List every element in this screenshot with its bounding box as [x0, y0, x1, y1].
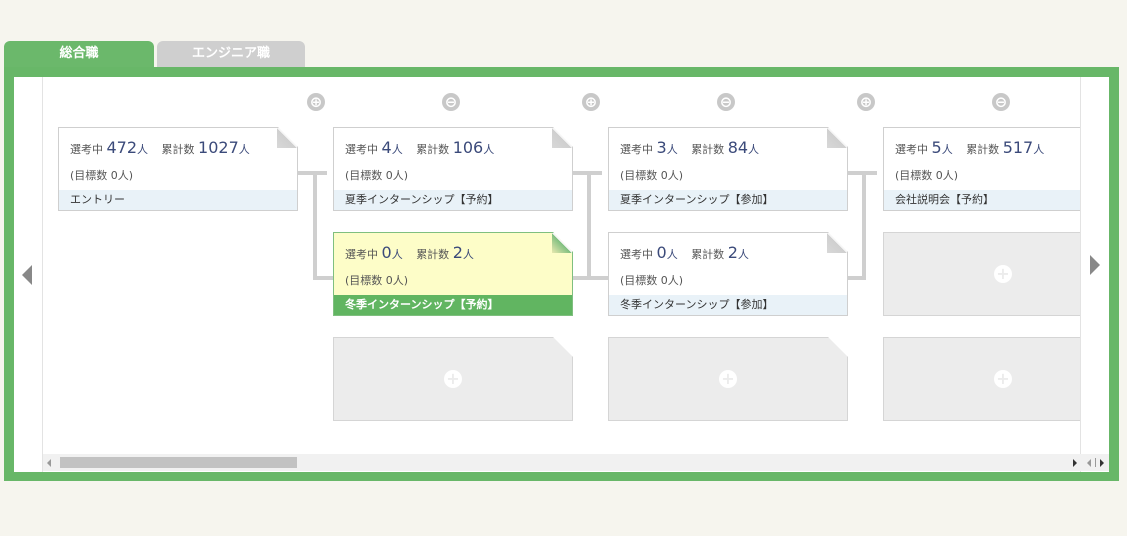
- card-target: (目標数 0人): [620, 169, 684, 182]
- add-step-icon[interactable]: +: [994, 370, 1012, 388]
- connector: [587, 171, 591, 280]
- arrow-right-icon[interactable]: [1090, 255, 1100, 275]
- connector: [313, 171, 317, 280]
- plus-circle-icon[interactable]: ⊕: [307, 93, 325, 111]
- scroll-corner: [1081, 454, 1109, 471]
- scroll-left-icon[interactable]: [1087, 459, 1091, 467]
- card-counts: 選考中 0人 累計数 2人: [620, 243, 749, 262]
- tab-engineer[interactable]: エンジニア職: [157, 41, 305, 67]
- card-target: (目標数 0人): [70, 169, 134, 182]
- card-label: 夏季インターンシップ【参加】: [609, 190, 847, 210]
- card-counts: 選考中 472人 累計数 1027人: [70, 138, 250, 157]
- divider: [1095, 458, 1096, 467]
- empty-slot[interactable]: +: [333, 337, 573, 421]
- connector: [847, 276, 866, 280]
- card-label: 会社説明会【予約】: [884, 190, 1081, 210]
- card-fold: [277, 128, 297, 148]
- horizontal-scrollbar[interactable]: [43, 454, 1081, 471]
- card-fold: [827, 128, 847, 148]
- flow-inner: ⊕ ⊖ ⊕ ⊖ ⊕ ⊖ 選考中 472人 累計数 1027人 (目標数 0人) …: [14, 77, 1109, 472]
- card-target: (目標数 0人): [345, 274, 409, 287]
- card-target: (目標数 0人): [620, 274, 684, 287]
- plus-circle-icon[interactable]: ⊕: [857, 93, 875, 111]
- card-label: 夏季インターンシップ【予約】: [334, 190, 572, 210]
- empty-slot[interactable]: +: [883, 337, 1081, 421]
- empty-slot[interactable]: +: [883, 232, 1081, 316]
- card-target: (目標数 0人): [345, 169, 409, 182]
- connector: [862, 171, 866, 280]
- scroll-left-icon[interactable]: [47, 459, 51, 467]
- step-card-selected[interactable]: 選考中 0人 累計数 2人 (目標数 0人) 冬季インターンシップ【予約】: [333, 232, 573, 316]
- card-counts: 選考中 5人 累計数 517人: [895, 138, 1045, 157]
- card-fold: [552, 233, 572, 253]
- card-counts: 選考中 3人 累計数 84人: [620, 138, 760, 157]
- card-fold: [552, 128, 572, 148]
- connector: [297, 171, 327, 175]
- scroll-right-icon[interactable]: [1100, 459, 1104, 467]
- card-label: エントリー: [59, 190, 297, 210]
- step-card[interactable]: 選考中 3人 累計数 84人 (目標数 0人) 夏季インターンシップ【参加】: [608, 127, 848, 211]
- scroll-thumb[interactable]: [60, 457, 297, 468]
- add-step-icon[interactable]: +: [444, 370, 462, 388]
- empty-slot[interactable]: +: [608, 337, 848, 421]
- prev-nav[interactable]: [14, 77, 43, 472]
- flow-viewport: ⊕ ⊖ ⊕ ⊖ ⊕ ⊖ 選考中 472人 累計数 1027人 (目標数 0人) …: [43, 77, 1081, 453]
- arrow-left-icon[interactable]: [22, 265, 32, 285]
- step-card[interactable]: 選考中 472人 累計数 1027人 (目標数 0人) エントリー: [58, 127, 298, 211]
- card-counts: 選考中 4人 累計数 106人: [345, 138, 495, 157]
- card-target: (目標数 0人): [895, 169, 959, 182]
- card-label: 冬季インターンシップ【参加】: [609, 295, 847, 315]
- minus-circle-icon[interactable]: ⊖: [442, 93, 460, 111]
- tab-general[interactable]: 総合職: [4, 41, 154, 67]
- plus-circle-icon[interactable]: ⊕: [582, 93, 600, 111]
- add-step-icon[interactable]: +: [719, 370, 737, 388]
- flow-panel: ⊕ ⊖ ⊕ ⊖ ⊕ ⊖ 選考中 472人 累計数 1027人 (目標数 0人) …: [4, 67, 1119, 481]
- step-card[interactable]: 選考中 5人 累計数 517人 (目標数 0人) 会社説明会【予約】: [883, 127, 1081, 211]
- next-nav[interactable]: [1080, 77, 1109, 472]
- card-fold: [827, 233, 847, 253]
- add-step-icon[interactable]: +: [994, 265, 1012, 283]
- minus-circle-icon[interactable]: ⊖: [992, 93, 1010, 111]
- card-label: 冬季インターンシップ【予約】: [334, 295, 572, 315]
- minus-circle-icon[interactable]: ⊖: [717, 93, 735, 111]
- step-card[interactable]: 選考中 4人 累計数 106人 (目標数 0人) 夏季インターンシップ【予約】: [333, 127, 573, 211]
- step-card[interactable]: 選考中 0人 累計数 2人 (目標数 0人) 冬季インターンシップ【参加】: [608, 232, 848, 316]
- scroll-right-icon[interactable]: [1073, 459, 1077, 467]
- card-counts: 選考中 0人 累計数 2人: [345, 243, 474, 262]
